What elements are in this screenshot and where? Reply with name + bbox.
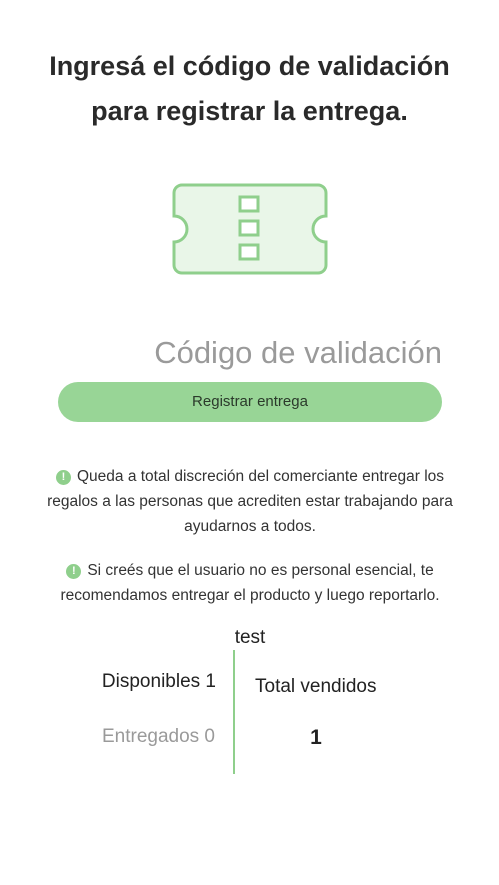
total-sold-label: Total vendidos xyxy=(255,676,377,697)
page-title-line-2: para registrar la entrega. xyxy=(91,96,408,126)
available-count: Disponibles 1 xyxy=(101,671,216,692)
total-sold-value: 1 xyxy=(310,726,322,749)
page-title: Ingresá el código de validación para reg… xyxy=(0,44,499,134)
info-message-report: ! Si creés que el usuario no es personal … xyxy=(30,558,470,608)
info-text-discretion: Queda a total discreción del comerciante… xyxy=(47,468,453,535)
register-delivery-button[interactable]: Registrar entrega xyxy=(58,382,442,422)
info-text-report: Si creés que el usuario no es personal e… xyxy=(60,562,440,604)
ticket-icon xyxy=(172,183,328,275)
validation-code-input[interactable] xyxy=(58,327,442,379)
alert-icon: ! xyxy=(66,564,82,579)
info-message-discretion: ! Queda a total discreción del comerciant… xyxy=(30,464,470,539)
page-title-line-1: Ingresá el código de validación xyxy=(49,51,450,81)
stats-title: test xyxy=(234,627,266,648)
alert-icon: ! xyxy=(55,470,71,485)
stats-divider xyxy=(233,650,235,774)
delivered-count: Entregados 0 xyxy=(101,726,215,747)
